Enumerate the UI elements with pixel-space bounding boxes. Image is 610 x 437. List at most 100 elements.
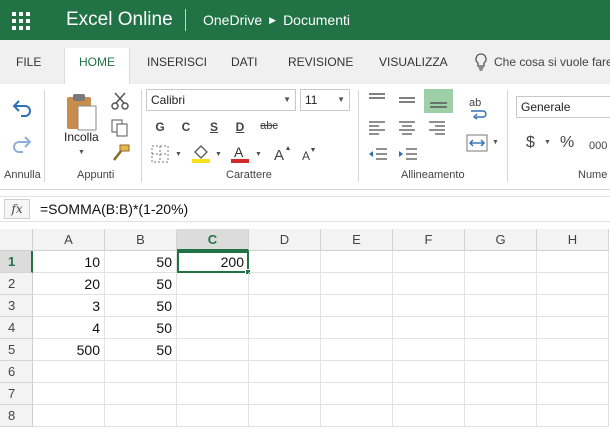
cell-g1[interactable] [465,251,537,273]
cell-d3[interactable] [249,295,321,317]
comma-style-icon[interactable]: 000 [588,135,608,153]
cell-b6[interactable] [105,361,177,383]
cell-c1[interactable]: 200 [177,251,249,273]
borders-icon[interactable] [151,145,169,163]
borders-dropdown-icon[interactable]: ▼ [175,151,182,158]
cell-e4[interactable] [321,317,393,339]
cell-e7[interactable] [321,383,393,405]
cell-c7[interactable] [177,383,249,405]
redo-icon[interactable] [11,134,33,154]
cell-b5[interactable]: 50 [105,339,177,361]
cell-b7[interactable] [105,383,177,405]
align-left-icon[interactable] [368,120,386,136]
align-top-icon[interactable] [368,92,386,108]
cell-c2[interactable] [177,273,249,295]
cell-h8[interactable] [537,405,609,427]
cell-h7[interactable] [537,383,609,405]
cell-a8[interactable] [33,405,105,427]
cell-e2[interactable] [321,273,393,295]
row-header-3[interactable]: 3 [0,295,33,317]
cell-g3[interactable] [465,295,537,317]
strikethrough-button[interactable]: abc [258,120,280,132]
cell-d6[interactable] [249,361,321,383]
tab-home[interactable]: HOME [64,48,130,84]
cell-a4[interactable]: 4 [33,317,105,339]
cell-g5[interactable] [465,339,537,361]
merge-center-icon[interactable] [466,134,488,152]
column-header-g[interactable]: G [465,229,537,251]
tell-me-search[interactable]: Che cosa si vuole fare [474,53,610,71]
cell-c4[interactable] [177,317,249,339]
tab-review[interactable]: REVISIONE [288,54,353,70]
cell-f7[interactable] [393,383,465,405]
cell-c8[interactable] [177,405,249,427]
cell-d4[interactable] [249,317,321,339]
align-middle-icon[interactable] [398,92,416,108]
cell-h4[interactable] [537,317,609,339]
cell-d2[interactable] [249,273,321,295]
cell-b1[interactable]: 50 [105,251,177,273]
font-color-icon[interactable]: A [230,143,250,163]
paste-icon[interactable] [64,92,98,132]
cell-f3[interactable] [393,295,465,317]
cell-e6[interactable] [321,361,393,383]
align-bottom-button[interactable] [424,89,453,113]
cell-b2[interactable]: 50 [105,273,177,295]
column-header-d[interactable]: D [249,229,321,251]
column-header-c[interactable]: C [177,229,249,251]
cell-c5[interactable] [177,339,249,361]
cell-a3[interactable]: 3 [33,295,105,317]
app-name[interactable]: Excel Online [66,9,173,31]
merge-dropdown-icon[interactable]: ▼ [492,139,499,146]
cell-d1[interactable] [249,251,321,273]
cell-b4[interactable]: 50 [105,317,177,339]
cell-h5[interactable] [537,339,609,361]
decrease-indent-icon[interactable] [368,146,388,162]
cell-f1[interactable] [393,251,465,273]
copy-icon[interactable] [111,119,129,137]
wrap-text-icon[interactable]: ab [468,96,488,120]
cell-f8[interactable] [393,405,465,427]
cut-icon[interactable] [110,92,130,110]
cell-a6[interactable] [33,361,105,383]
format-painter-icon[interactable] [111,144,131,162]
row-header-1[interactable]: 1 [0,251,33,273]
cell-h3[interactable] [537,295,609,317]
cell-d5[interactable] [249,339,321,361]
undo-icon[interactable] [11,98,33,118]
increase-indent-icon[interactable] [398,146,418,162]
cell-g7[interactable] [465,383,537,405]
underline-button[interactable]: S [206,120,222,134]
currency-button[interactable]: $ [526,134,535,152]
row-header-7[interactable]: 7 [0,383,33,405]
tab-view[interactable]: VISUALIZZA [379,54,448,70]
tab-insert[interactable]: INSERISCI [147,54,207,70]
select-all-corner[interactable] [0,229,33,251]
column-header-h[interactable]: H [537,229,609,251]
column-header-e[interactable]: E [321,229,393,251]
cell-a5[interactable]: 500 [33,339,105,361]
cell-b8[interactable] [105,405,177,427]
tab-data[interactable]: DATI [231,54,257,70]
cell-g2[interactable] [465,273,537,295]
cell-g6[interactable] [465,361,537,383]
currency-dropdown-icon[interactable]: ▼ [544,139,551,146]
tab-file[interactable]: FILE [16,54,41,70]
column-header-b[interactable]: B [105,229,177,251]
bold-button[interactable]: G [152,120,168,134]
cell-h6[interactable] [537,361,609,383]
cell-d7[interactable] [249,383,321,405]
cell-c3[interactable] [177,295,249,317]
cell-b3[interactable]: 50 [105,295,177,317]
font-family-select[interactable]: Calibri ▼ [146,89,296,111]
cell-f6[interactable] [393,361,465,383]
fill-color-dropdown-icon[interactable]: ▼ [215,151,222,158]
cell-g8[interactable] [465,405,537,427]
cell-f2[interactable] [393,273,465,295]
insert-function-button[interactable]: fx [4,199,30,219]
cell-e5[interactable] [321,339,393,361]
cell-g4[interactable] [465,317,537,339]
cell-f5[interactable] [393,339,465,361]
align-right-icon[interactable] [428,120,446,136]
row-header-6[interactable]: 6 [0,361,33,383]
